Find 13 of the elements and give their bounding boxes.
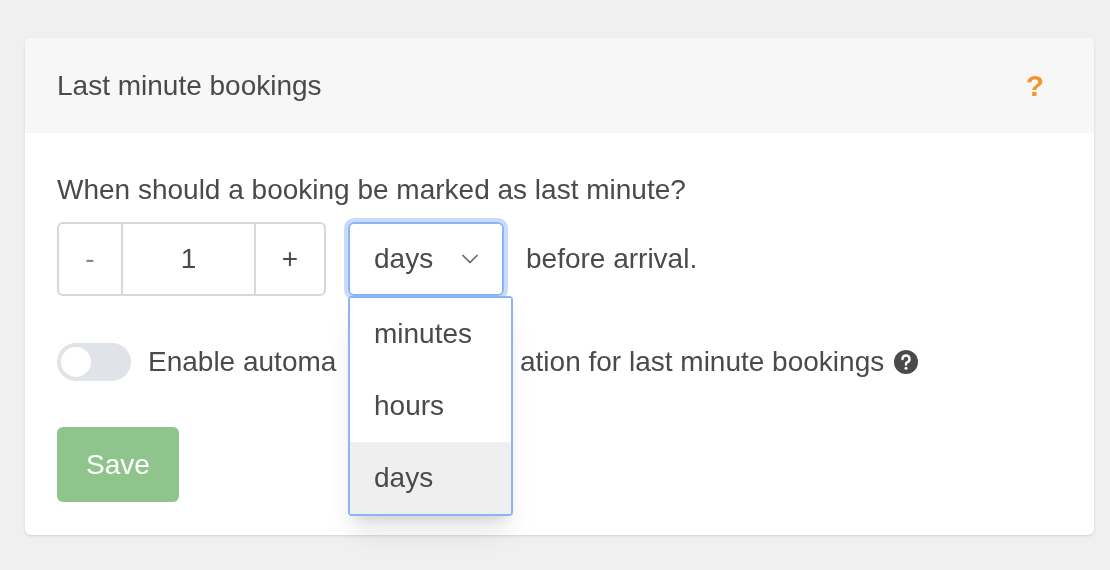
toggle-label: ation for last minute bookings <box>520 345 885 379</box>
toggle-switch[interactable] <box>57 343 131 381</box>
dropdown-option[interactable]: days <box>350 442 511 514</box>
suffix-text: before arrival. <box>526 242 698 276</box>
question-text: When should a booking be marked as last minute? <box>57 173 687 207</box>
help-icon <box>894 350 919 374</box>
number-field[interactable]: 1 <box>123 224 254 294</box>
toggle-label: Enable automa <box>148 346 337 377</box>
dropdown-option[interactable]: minutes <box>350 298 511 370</box>
card-title: Last minute bookings <box>57 68 322 103</box>
decrement-button[interactable]: - <box>59 224 123 294</box>
dropdown-option[interactable]: hours <box>350 370 511 442</box>
increment-button[interactable]: + <box>254 224 324 294</box>
